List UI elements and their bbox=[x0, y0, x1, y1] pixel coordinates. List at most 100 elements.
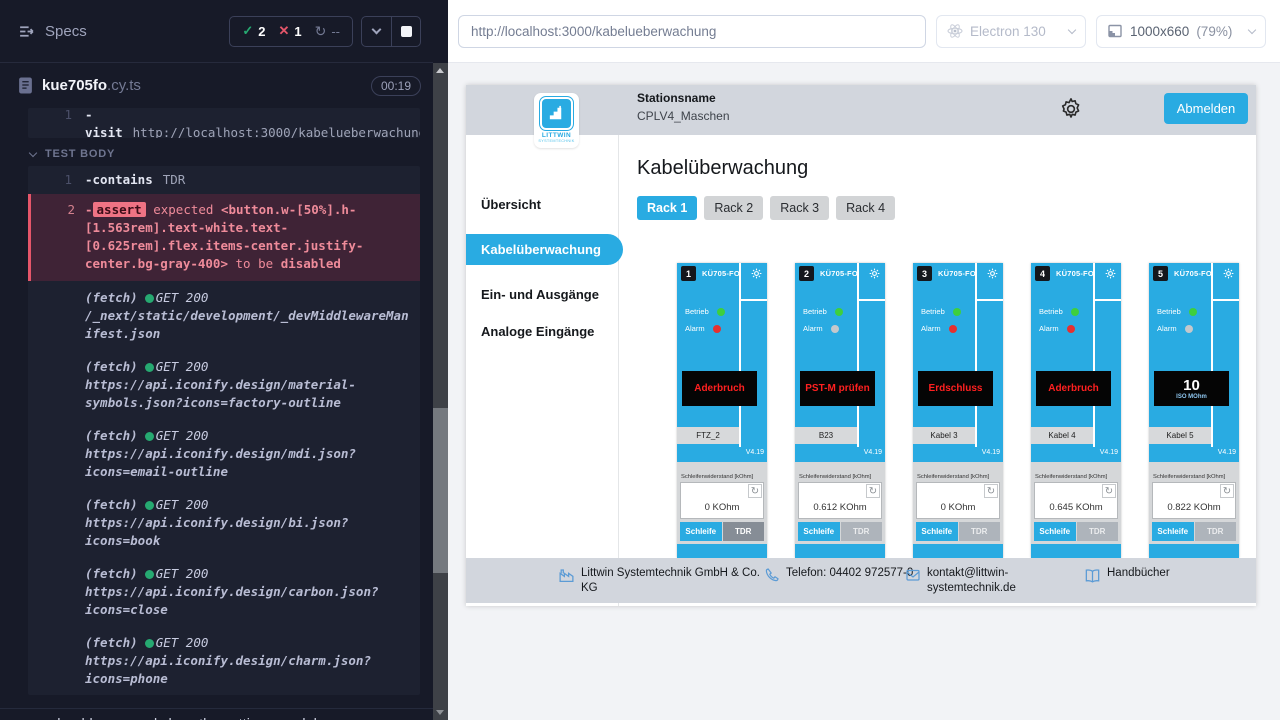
fetch-log-entry[interactable]: (fetch) GET 200 https://api.iconify.desi… bbox=[28, 419, 420, 488]
refresh-icon[interactable]: ↻ bbox=[1220, 484, 1234, 498]
sidebar-item-ein-und-ausgaenge[interactable]: Ein- und Ausgänge bbox=[466, 279, 618, 310]
command-visit[interactable]: 1 visithttp://localhost:3000/kabelueberw… bbox=[28, 108, 420, 138]
firmware-version: V4.19 bbox=[982, 449, 1000, 456]
loop-value: 0.645 KOhm bbox=[1035, 502, 1117, 513]
refresh-icon[interactable]: ↻ bbox=[866, 484, 880, 498]
refresh-icon[interactable]: ↻ bbox=[748, 484, 762, 498]
slot-number: 5 bbox=[1153, 266, 1168, 281]
loop-resistance-label: Schleifenwiderstand [kOhm] bbox=[917, 474, 1003, 480]
electron-icon bbox=[947, 23, 963, 39]
device-card-5: 5 KÜ705-FO Betrieb Alarm 10 ISO MOhm bbox=[1149, 263, 1239, 558]
app-footer: Littwin Systemtechnik GmbH & Co. KG Tele… bbox=[466, 558, 1256, 603]
device-settings-gear-icon[interactable] bbox=[1222, 267, 1236, 281]
browser-name: Electron 130 bbox=[970, 24, 1046, 39]
device-settings-gear-icon[interactable] bbox=[750, 267, 764, 281]
schleife-button[interactable]: Schleife bbox=[1034, 522, 1076, 541]
settings-gear-icon[interactable] bbox=[1058, 96, 1084, 122]
alarm-led bbox=[949, 325, 957, 333]
phone-icon bbox=[764, 567, 780, 583]
pending-test-row[interactable]: should open and close the settings modal bbox=[0, 708, 433, 720]
status-ok-dot bbox=[145, 570, 154, 579]
refresh-icon[interactable]: ↻ bbox=[984, 484, 998, 498]
tdr-button[interactable]: TDR bbox=[841, 522, 883, 541]
scroll-up-arrow[interactable] bbox=[436, 68, 444, 73]
tab-rack-2[interactable]: Rack 2 bbox=[704, 196, 763, 220]
loop-resistance-label: Schleifenwiderstand [kOhm] bbox=[681, 474, 767, 480]
refresh-icon[interactable]: ↻ bbox=[1102, 484, 1116, 498]
app-root: Stationsname CPLV4_Maschen Abmelden bbox=[466, 85, 1256, 606]
specs-toggle-icon[interactable] bbox=[18, 23, 35, 40]
fetch-log-entry[interactable]: (fetch) GET 200 https://api.iconify.desi… bbox=[28, 350, 420, 419]
fetch-log-entry[interactable]: (fetch) GET 200 /_next/static/developmen… bbox=[28, 281, 420, 350]
reporter-header: Specs ✓ 2 ✕ 1 ↻ -- bbox=[0, 0, 433, 63]
app-header: Stationsname CPLV4_Maschen Abmelden bbox=[466, 85, 1256, 135]
scrollbar-thumb[interactable] bbox=[433, 408, 448, 573]
cable-name: Kabel 3 bbox=[913, 427, 975, 444]
command-contains[interactable]: 1 containsTDR bbox=[28, 166, 420, 194]
command-assert-failed[interactable]: 2 -assert expected <button.w-[50%].h-[1.… bbox=[28, 194, 420, 281]
url-input[interactable] bbox=[458, 15, 926, 48]
slot-number: 2 bbox=[799, 266, 814, 281]
fetch-url: https://api.iconify.design/mdi.json?icon… bbox=[85, 445, 410, 481]
footer-manuals[interactable]: Handbücher bbox=[1084, 566, 1170, 584]
fetch-log-entry[interactable]: (fetch) GET 200 https://api.iconify.desi… bbox=[28, 557, 420, 626]
sidebar-item-uebersicht[interactable]: Übersicht bbox=[466, 189, 618, 220]
tab-rack-4[interactable]: Rack 4 bbox=[836, 196, 895, 220]
device-card-1: 1 KÜ705-FO Betrieb Alarm Aderbruch FTZ_2… bbox=[677, 263, 767, 558]
fetch-url: https://api.iconify.design/carbon.json?i… bbox=[85, 583, 410, 619]
logout-button[interactable]: Abmelden bbox=[1164, 93, 1248, 124]
tdr-button[interactable]: TDR bbox=[1195, 522, 1237, 541]
device-settings-gear-icon[interactable] bbox=[868, 267, 882, 281]
alarm-led bbox=[1185, 325, 1193, 333]
tab-rack-3[interactable]: Rack 3 bbox=[770, 196, 829, 220]
schleife-button[interactable]: Schleife bbox=[798, 522, 840, 541]
device-display: Aderbruch bbox=[682, 371, 757, 406]
logo-sub-text: SYSTEMTECHNIK bbox=[534, 139, 579, 143]
loop-value-box: ↻ 0 KOhm bbox=[680, 482, 764, 519]
alarm-led bbox=[713, 325, 721, 333]
scroll-down-arrow[interactable] bbox=[436, 710, 444, 715]
test-body-section[interactable]: TEST BODY bbox=[30, 148, 433, 160]
command-arg: http://localhost:3000/kabelueberwachung bbox=[133, 125, 420, 138]
fetch-url: https://api.iconify.design/charm.json?ic… bbox=[85, 652, 410, 688]
device-settings-gear-icon[interactable] bbox=[986, 267, 1000, 281]
check-icon: ✓ bbox=[242, 23, 253, 39]
schleife-button[interactable]: Schleife bbox=[1152, 522, 1194, 541]
device-settings-gear-icon[interactable] bbox=[1104, 267, 1118, 281]
tdr-button[interactable]: TDR bbox=[1077, 522, 1119, 541]
reporter-scrollbar[interactable] bbox=[433, 63, 448, 720]
stop-button[interactable] bbox=[391, 17, 420, 46]
alarm-led bbox=[1067, 325, 1075, 333]
visit-command-block: 1 visithttp://localhost:3000/kabelueberw… bbox=[28, 108, 420, 138]
stop-icon bbox=[401, 26, 412, 37]
sidebar-item-kabelueberwachung[interactable]: Kabelüberwachung bbox=[466, 234, 623, 265]
viewport-size: 1000x660 bbox=[1130, 24, 1189, 39]
refresh-icon: ↻ bbox=[315, 23, 327, 40]
dash: - bbox=[85, 202, 93, 217]
slot-number: 4 bbox=[1035, 266, 1050, 281]
specs-label[interactable]: Specs bbox=[45, 23, 229, 40]
sidebar-item-analoge-eingaenge[interactable]: Analoge Eingänge bbox=[466, 316, 618, 347]
viewport-ruler-icon bbox=[1107, 23, 1123, 39]
fetch-log-entry[interactable]: (fetch) GET 200 https://api.iconify.desi… bbox=[28, 488, 420, 557]
loop-resistance-label: Schleifenwiderstand [kOhm] bbox=[1035, 474, 1121, 480]
schleife-button[interactable]: Schleife bbox=[680, 522, 722, 541]
cross-icon: ✕ bbox=[278, 23, 289, 39]
spec-file-row[interactable]: kue705fo.cy.ts 00:19 bbox=[0, 63, 433, 108]
schleife-button[interactable]: Schleife bbox=[916, 522, 958, 541]
firmware-version: V4.19 bbox=[746, 449, 764, 456]
tdr-button[interactable]: TDR bbox=[723, 522, 765, 541]
loop-resistance-label: Schleifenwiderstand [kOhm] bbox=[1153, 474, 1239, 480]
device-model: KÜ705-FO bbox=[702, 269, 740, 278]
collapse-button[interactable] bbox=[362, 17, 391, 46]
stat-passed: ✓ 2 bbox=[242, 23, 265, 39]
station-info: Stationsname CPLV4_Maschen bbox=[637, 91, 730, 123]
viewport-select[interactable]: 1000x660 (79%) bbox=[1096, 15, 1266, 48]
device-display: PST-M prüfen bbox=[800, 371, 875, 406]
tab-rack-1[interactable]: Rack 1 bbox=[637, 196, 697, 220]
browser-select[interactable]: Electron 130 bbox=[936, 15, 1086, 48]
fetch-log-entry[interactable]: (fetch) GET 200 https://api.iconify.desi… bbox=[28, 626, 420, 695]
aut-topbar: Electron 130 1000x660 (79%) bbox=[448, 0, 1280, 63]
assert-badge: assert bbox=[93, 202, 146, 217]
tdr-button[interactable]: TDR bbox=[959, 522, 1001, 541]
